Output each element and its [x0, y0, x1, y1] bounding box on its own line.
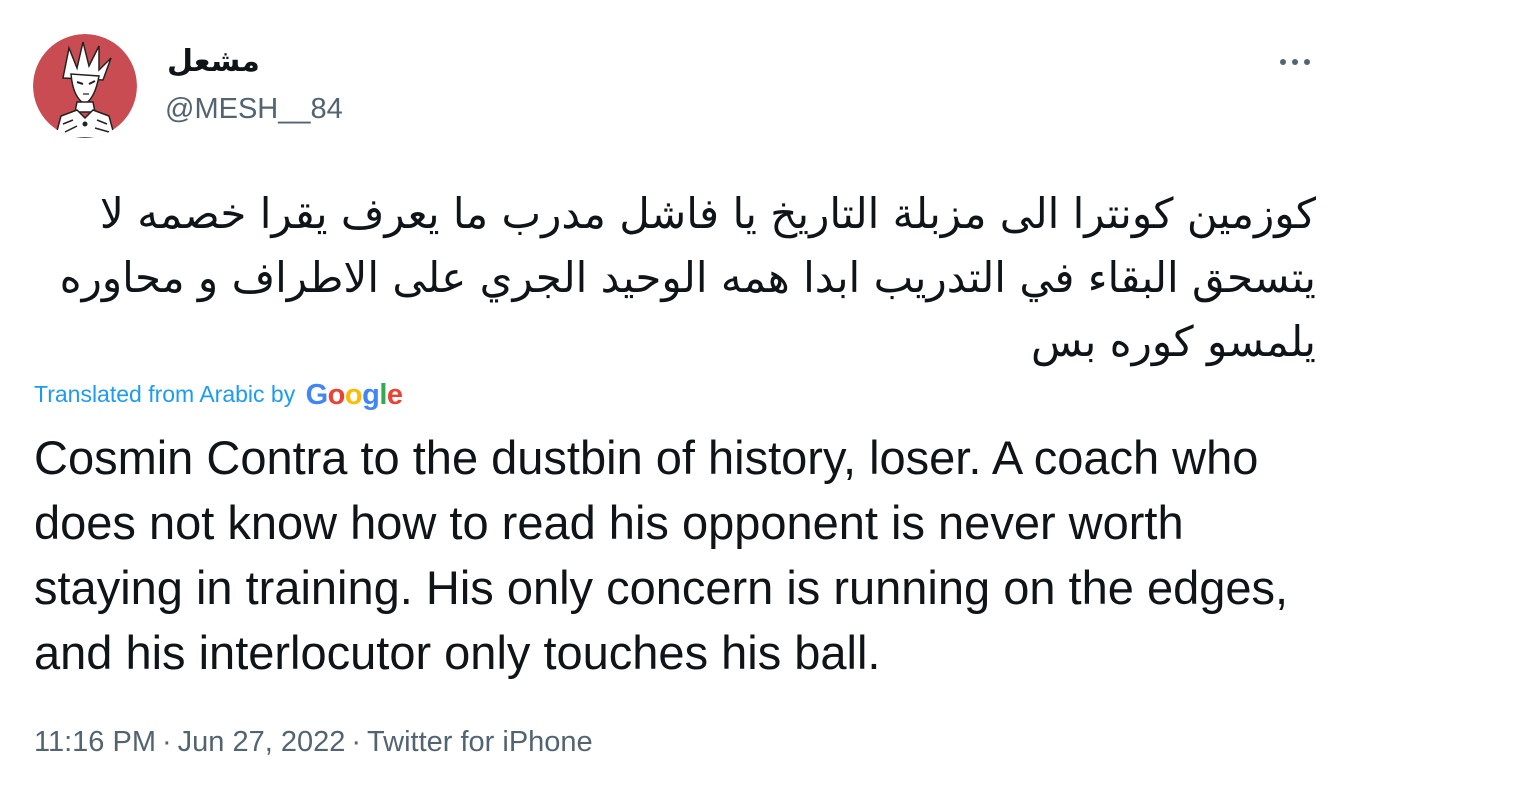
- translation-prefix: Translated from Arabic by: [34, 381, 296, 407]
- display-name[interactable]: مشعل: [167, 44, 260, 80]
- ellipsis-icon: [1280, 59, 1310, 65]
- more-options-button[interactable]: [1270, 44, 1320, 80]
- meta-separator: ·: [351, 726, 362, 758]
- tweet-time-link[interactable]: 11:16 PM: [34, 726, 156, 758]
- tweet-source-link[interactable]: Twitter for iPhone: [367, 726, 593, 758]
- google-logo: Google: [305, 379, 403, 411]
- tweet-card: مشعل @MESH__84 كوزمين كونترا الى مزبلة ا…: [0, 0, 1523, 800]
- translation-credit-link[interactable]: Translated from Arabic by Google: [34, 376, 403, 413]
- avatar[interactable]: [33, 34, 137, 138]
- user-handle[interactable]: @MESH__84: [165, 91, 343, 127]
- meta-separator: ·: [161, 726, 172, 758]
- tweet-metadata: 11:16 PM · Jun 27, 2022 · Twitter for iPhone: [34, 722, 593, 762]
- anime-character-avatar-icon: [33, 34, 137, 138]
- tweet-original-text: كوزمين كونترا الى مزبلة التاريخ يا فاشل …: [59, 189, 1316, 366]
- tweet-translated-text: Cosmin Contra to the dustbin of history,…: [34, 431, 1289, 679]
- tweet-date-link[interactable]: Jun 27, 2022: [178, 726, 346, 758]
